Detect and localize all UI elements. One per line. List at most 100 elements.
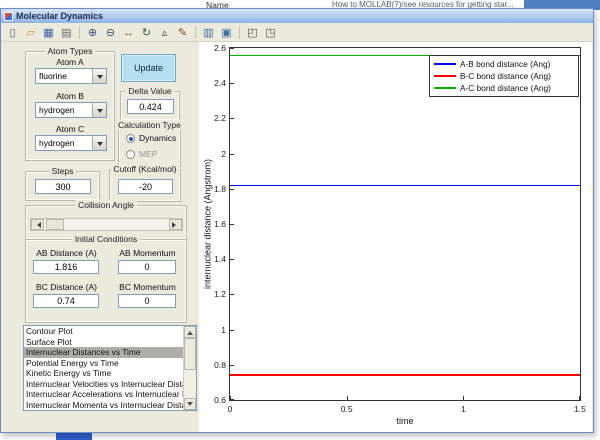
radio-unselected-icon [126,149,135,159]
y-tick-mark [230,188,234,190]
atom-c-dropdown-button[interactable] [92,136,106,150]
brush-icon[interactable]: ✎ [174,25,191,40]
atom-a-dropdown-button[interactable] [92,69,106,83]
plot-legend[interactable]: A-B bond distance (Ang) B-C bond distance… [429,55,579,97]
ab-momentum-label: AB Momentum [119,248,176,258]
insert-colorbar-icon[interactable]: ▥ [200,25,217,40]
arrow-up-icon [187,328,193,335]
atom-b-dropdown-button[interactable] [92,103,106,117]
y-tick-mark [230,294,234,296]
atom-a-dropdown[interactable]: fluorine [35,68,107,84]
legend-line-sample [434,63,456,65]
delta-value-input[interactable] [127,99,174,114]
chevron-down-icon [96,74,103,82]
plot-axes: 0.6 0.8 1 1.2 1.4 1.6 1.8 2 2.2 2.4 2.6 0 0.5 1 1.5 [214,43,586,414]
legend-line-sample [434,87,456,89]
x-tick-label: 1 [460,404,466,414]
chevron-down-icon [96,108,103,116]
y-tick-label: 1.6 [214,219,226,229]
x-axis-label: time [396,416,414,426]
ab-distance-label: AB Distance (A) [36,248,97,258]
x-tick-label: 0 [227,404,233,414]
scrollbar-thumb[interactable] [184,338,196,370]
legend-entry: A-B bond distance (Ang) [434,59,574,69]
plot-list-item[interactable]: Internuclear Momenta vs Internuclear Dis… [24,400,183,411]
atom-a-value: fluorine [39,71,67,81]
atom-c-label: Atom C [55,124,85,134]
x-tick-mark [463,396,465,400]
y-tick-label: 1.4 [214,254,226,265]
zoom-out-icon[interactable]: ⊖ [102,25,119,40]
plot-figure: internuclear distance (Angstrom) 0.6 0.8 1… [199,42,592,432]
steps-panel-title: Steps [48,166,77,176]
rotate-3d-icon[interactable]: ↻ [138,25,155,40]
window-titlebar[interactable]: Molecular Dynamics [1,9,593,23]
atom-c-dropdown[interactable]: hydrogen [35,135,107,151]
plot-list-item[interactable]: Contour Plot [24,326,183,337]
insert-legend-icon[interactable]: ▣ [218,25,235,40]
atom-types-panel-title: Atom Types [44,46,96,56]
y-tick-mark [230,364,234,366]
toolbar-separator [79,25,80,39]
legend-entry-label: B-C bond distance (Ang) [460,71,551,81]
steps-input[interactable] [35,179,91,194]
print-icon[interactable]: ▤ [58,25,75,40]
plot-list-item[interactable]: Internuclear Accelerations vs Internucle… [24,389,183,400]
atom-a-label: Atom A [56,57,84,67]
dynamics-radio[interactable]: Dynamics [126,133,176,143]
dynamics-radio-label: Dynamics [139,133,177,143]
toolbar-separator [195,25,196,39]
x-tick-label: 1.5 [574,404,586,414]
radio-selected-icon [126,133,135,143]
bc-momentum-input[interactable] [118,294,176,308]
y-tick-label: 2.4 [214,78,226,89]
show-plot-tools-icon[interactable]: ◳ [262,25,279,40]
y-tick-mark [230,259,234,261]
plot-list-item[interactable]: Internuclear Distances vs Time [24,347,183,358]
steps-panel: Steps [25,166,100,201]
listbox-scrollbar[interactable] [183,326,196,410]
cutoff-panel: Cutoff (Kcal/mol) [109,164,181,202]
ab-momentum-input[interactable] [118,260,176,274]
collision-angle-slider[interactable] [30,218,183,231]
bc-distance-input[interactable] [33,294,99,308]
cutoff-input[interactable] [118,179,173,194]
plot-list-item[interactable]: Kinetic Energy vs Time [24,368,183,379]
hide-plot-tools-icon[interactable]: ◰ [244,25,261,40]
delta-value-panel-title: Delta Value [125,86,175,96]
open-folder-icon[interactable]: ▱ [22,25,39,40]
update-button[interactable]: Update [121,54,176,82]
slider-left-button[interactable] [31,219,44,230]
atom-b-label: Atom B [56,91,84,101]
plot-type-listbox[interactable]: Contour Plot Surface Plot Internuclear Dis… [23,325,197,411]
scroll-up-button[interactable] [184,326,196,338]
collision-angle-panel-title: Collision Angle [75,200,137,210]
ab-distance-input[interactable] [33,260,99,274]
mep-radio-label: MEP [139,149,158,159]
arrow-down-icon [187,401,193,409]
data-cursor-icon[interactable]: ▵ [156,25,173,40]
new-file-icon[interactable]: ▯ [4,25,21,40]
y-tick-label: 1.8 [214,183,226,194]
atom-c-value: hydrogen [39,138,75,148]
slider-right-button[interactable] [169,219,182,230]
x-tick-mark [579,396,580,400]
mep-radio[interactable]: MEP [126,149,157,159]
plot-list-item[interactable]: Internuclear Velocities vs Internuclear … [24,379,183,390]
atom-b-dropdown[interactable]: hydrogen [35,102,107,118]
slider-thumb[interactable] [46,219,64,230]
plot-list-item[interactable]: Surface Plot [24,337,183,348]
plot-type-list: Contour Plot Surface Plot Internuclear Dis… [24,326,183,410]
pan-icon[interactable]: ↔ [120,25,137,40]
plot-list-item[interactable]: Potential Energy vs Time [24,358,183,369]
initial-conditions-panel: Initial Conditions AB Distance (A) AB Mo… [25,234,187,323]
save-icon[interactable]: ▦ [40,25,57,40]
legend-entry: A-C bond distance (Ang) [434,83,574,93]
zoom-in-icon[interactable]: ⊕ [84,25,101,40]
atom-b-value: hydrogen [39,105,75,115]
molecular-dynamics-window: Molecular Dynamics ▯ ▱ ▦ ▤ ⊕ ⊖ ↔ ↻ ▵ ✎ ▥ ▣ ◰ ◳ Atom T… [0,8,594,433]
calculation-type-panel: Calculation Type Dynamics MEP [115,120,184,167]
arrow-right-icon [172,221,179,228]
x-tick-mark [346,396,348,400]
scroll-down-button[interactable] [184,398,196,410]
